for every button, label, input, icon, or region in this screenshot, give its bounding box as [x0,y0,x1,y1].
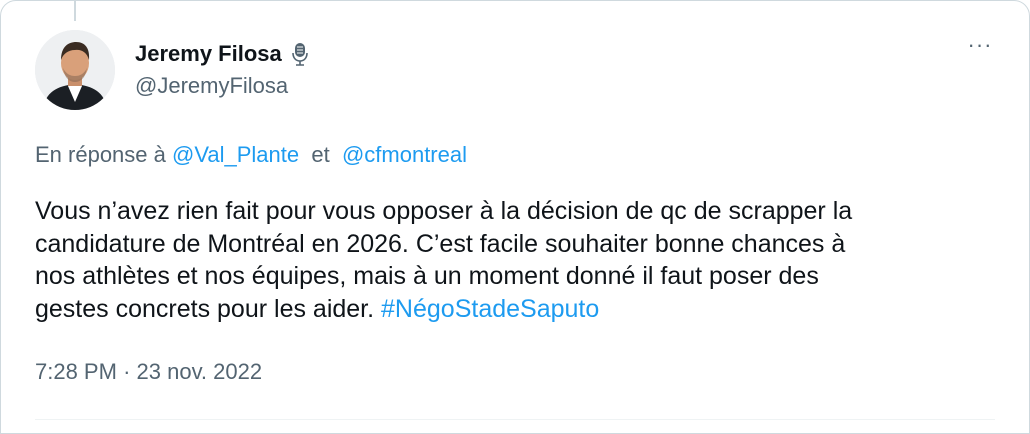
divider [35,419,995,420]
profile-photo-icon [35,30,115,110]
tweet-text-line: candidature de Montréal en 2026. C’est f… [35,229,846,258]
tweet-date[interactable]: 23 nov. 2022 [137,359,263,384]
tweet-header: Jeremy Filosa @JeremyFilosa [135,39,310,99]
mention-link-val-plante[interactable]: @Val_Plante [172,142,299,167]
tweet-card[interactable]: Jeremy Filosa @JeremyFilosa ··· En répon… [0,0,1030,434]
thread-connector-line [74,1,76,21]
more-dots-icon: ··· [967,32,993,57]
tweet-text: Vous n’avez rien fait pour vous opposer … [35,195,995,325]
tweet-text-line: Vous n’avez rien fait pour vous opposer … [35,197,853,225]
tweet-text-line: nos athlètes et nos équipes, mais à un m… [35,262,819,290]
reply-prefix: En réponse à [35,142,166,167]
avatar[interactable] [35,30,115,110]
hashtag-link[interactable]: #NégoStadeSaputo [381,295,599,323]
author-handle[interactable]: @JeremyFilosa [135,73,310,99]
microphone-icon [290,41,310,67]
tweet-text-segment: gestes concrets pour les aider. [35,294,375,323]
mention-link-cfmontreal[interactable]: @cfmontreal [342,142,467,167]
more-options-button[interactable]: ··· [965,34,995,63]
name-row: Jeremy Filosa [135,39,310,69]
reply-context: En réponse à @Val_Plante et @cfmontreal [35,142,467,168]
tweet-timestamp: 7:28 PM · 23 nov. 2022 [35,359,262,385]
tweet-time[interactable]: 7:28 PM [35,359,117,384]
timestamp-separator: · [123,359,131,384]
author-display-name[interactable]: Jeremy Filosa [135,41,282,67]
reply-connector: et [311,142,330,167]
tweet-text-line-last: gestes concrets pour les aider. #NégoSta… [35,293,995,326]
